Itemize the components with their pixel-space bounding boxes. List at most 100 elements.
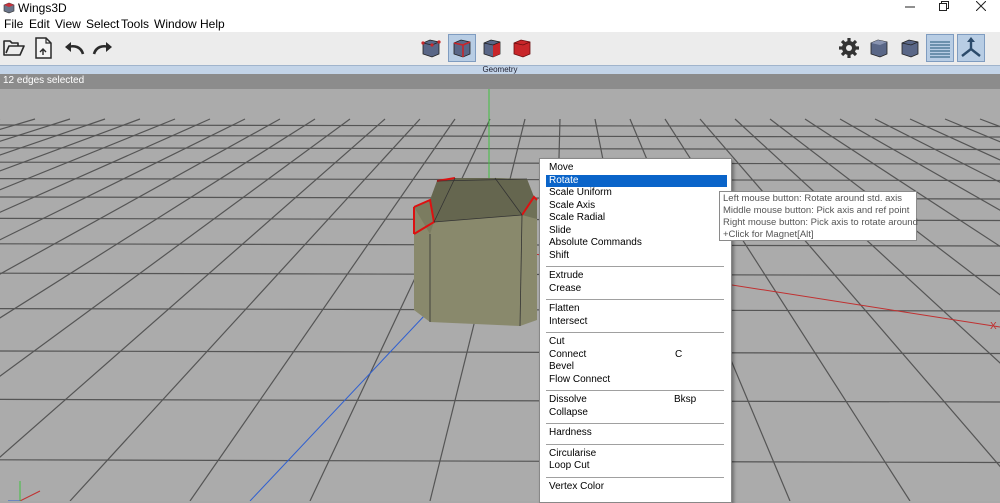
object-mode-button[interactable]	[509, 35, 535, 61]
menu-item-flow-connect[interactable]: Flow Connect	[546, 374, 727, 386]
grid-line	[839, 118, 1000, 211]
menu-item-circularise[interactable]: Circularise	[546, 448, 727, 460]
geometry-window-title: Geometry	[482, 65, 518, 74]
menu-help[interactable]: Help	[200, 17, 225, 31]
menu-item-vertex-color[interactable]: Vertex Color	[546, 481, 727, 493]
menu-view[interactable]: View	[55, 17, 81, 31]
context-menu: Move Rotate Scale Uniform Scale Axis Scale R…	[539, 158, 732, 503]
vertex-mode-icon	[421, 39, 441, 58]
x-axis-label: X	[990, 321, 997, 332]
menu-item-slide[interactable]: Slide	[546, 225, 727, 237]
menu-item-connect[interactable]: Connect C	[546, 349, 727, 361]
menu-item-label: Connect	[549, 348, 587, 360]
smooth-preview-icon	[870, 39, 888, 58]
menu-item-crease[interactable]: Crease	[546, 283, 727, 295]
tooltip-line-lmb: Left mouse button: Rotate around std. ax…	[723, 193, 903, 204]
ground-plane-button[interactable]	[926, 34, 954, 62]
menu-item-rotate[interactable]: Rotate	[546, 174, 727, 187]
menu-file[interactable]: File	[4, 17, 23, 31]
open-button[interactable]	[1, 35, 27, 61]
tooltip-line-magnet: +Click for Magnet[Alt]	[723, 229, 814, 240]
menu-item-scale-axis[interactable]: Scale Axis	[546, 200, 727, 212]
grid-line	[0, 118, 176, 191]
face-mode-icon	[483, 39, 501, 58]
menu-item-label: Hardness	[549, 427, 592, 438]
menu-item-label: Shift	[549, 249, 570, 261]
grid-line	[0, 398, 1000, 403]
menu-item-absolute-commands[interactable]: Absolute Commands	[546, 237, 727, 249]
toolbar	[0, 32, 1000, 66]
grid-line	[0, 118, 71, 142]
grid-line	[0, 118, 351, 377]
menu-item-label: Loop Cut	[549, 460, 590, 471]
3d-viewport[interactable]: X	[0, 89, 1000, 501]
face-mode-button[interactable]	[479, 35, 505, 61]
menu-item-shortcut: C	[675, 348, 683, 360]
menu-item-bevel[interactable]: Bevel	[546, 361, 727, 373]
menu-item-label: Collapse	[549, 406, 588, 418]
grid-line	[0, 118, 386, 458]
menu-select[interactable]: Select	[86, 17, 119, 31]
menu-item-dissolve[interactable]: Dissolve Bksp	[546, 394, 727, 406]
menu-edit[interactable]: Edit	[29, 17, 50, 31]
smooth-preview-button[interactable]	[866, 35, 892, 61]
menu-separator	[546, 266, 724, 267]
menu-item-loop-cut[interactable]: Loop Cut	[546, 460, 727, 472]
menu-item-scale-radial[interactable]: Scale Radial	[546, 212, 727, 224]
menu-item-label: Flatten	[549, 303, 580, 314]
redo-button[interactable]	[90, 35, 116, 61]
menu-item-label: Crease	[549, 282, 582, 294]
menu-window[interactable]: Window	[154, 17, 197, 31]
gear-icon	[839, 38, 859, 58]
edge-mode-button[interactable]	[448, 34, 476, 62]
menu-item-move[interactable]: Move	[546, 162, 727, 174]
close-icon	[975, 0, 987, 12]
grid-line	[0, 459, 1000, 464]
menu-item-label: Intersect	[549, 315, 588, 327]
menu-bar: File Edit View Select Tools Window Help	[0, 16, 1000, 32]
menu-item-label: Scale Uniform	[549, 187, 612, 198]
flat-shaded-button[interactable]	[897, 35, 923, 61]
window-title: Wings3D	[18, 1, 67, 15]
menu-item-label: Bevel	[549, 361, 575, 372]
undo-button[interactable]	[61, 35, 87, 61]
open-folder-icon	[3, 40, 25, 56]
grid-line	[0, 118, 281, 275]
grid-line	[0, 118, 141, 172]
beveled-cube-mesh[interactable]	[413, 177, 538, 327]
menu-item-label: Move	[549, 162, 574, 173]
menu-item-flatten[interactable]: Flatten	[546, 303, 727, 315]
grid-line	[909, 118, 1000, 161]
menu-item-extrude[interactable]: Extrude	[546, 270, 727, 282]
menu-item-shift[interactable]: Shift	[546, 250, 727, 262]
minimize-button[interactable]	[895, 0, 925, 16]
menu-item-label: Scale Axis	[549, 199, 596, 211]
menu-separator	[546, 332, 724, 333]
save-button[interactable]	[30, 35, 56, 61]
grid-line	[0, 118, 211, 213]
menu-tools[interactable]: Tools	[121, 17, 149, 31]
axes-toggle-button[interactable]	[957, 34, 985, 62]
restore-icon	[939, 1, 949, 11]
preferences-button[interactable]	[836, 35, 862, 61]
menu-item-label: Dissolve	[549, 394, 587, 405]
menu-item-shortcut: Bksp	[674, 394, 697, 405]
ground-plane-icon	[930, 41, 950, 58]
close-button[interactable]	[966, 0, 996, 16]
grid-line	[0, 118, 36, 131]
tooltip-line-rmb: Right mouse button: Pick axis to rotate …	[723, 217, 918, 228]
menu-separator	[546, 390, 724, 391]
grid-line	[0, 161, 1000, 165]
viewport-scene: X	[0, 89, 1000, 501]
menu-item-cut[interactable]: Cut	[546, 336, 727, 348]
menu-item-label: Rotate	[549, 174, 579, 186]
restore-button[interactable]	[929, 0, 959, 16]
menu-item-intersect[interactable]: Intersect	[546, 316, 727, 328]
menu-item-collapse[interactable]: Collapse	[546, 407, 727, 419]
object-mode-icon	[513, 39, 531, 58]
grid-line	[944, 118, 1000, 143]
menu-item-scale-uniform[interactable]: Scale Uniform	[546, 187, 727, 199]
grid-line	[0, 350, 1000, 355]
vertex-mode-button[interactable]	[418, 35, 444, 61]
menu-item-hardness[interactable]: Hardness	[546, 427, 727, 439]
